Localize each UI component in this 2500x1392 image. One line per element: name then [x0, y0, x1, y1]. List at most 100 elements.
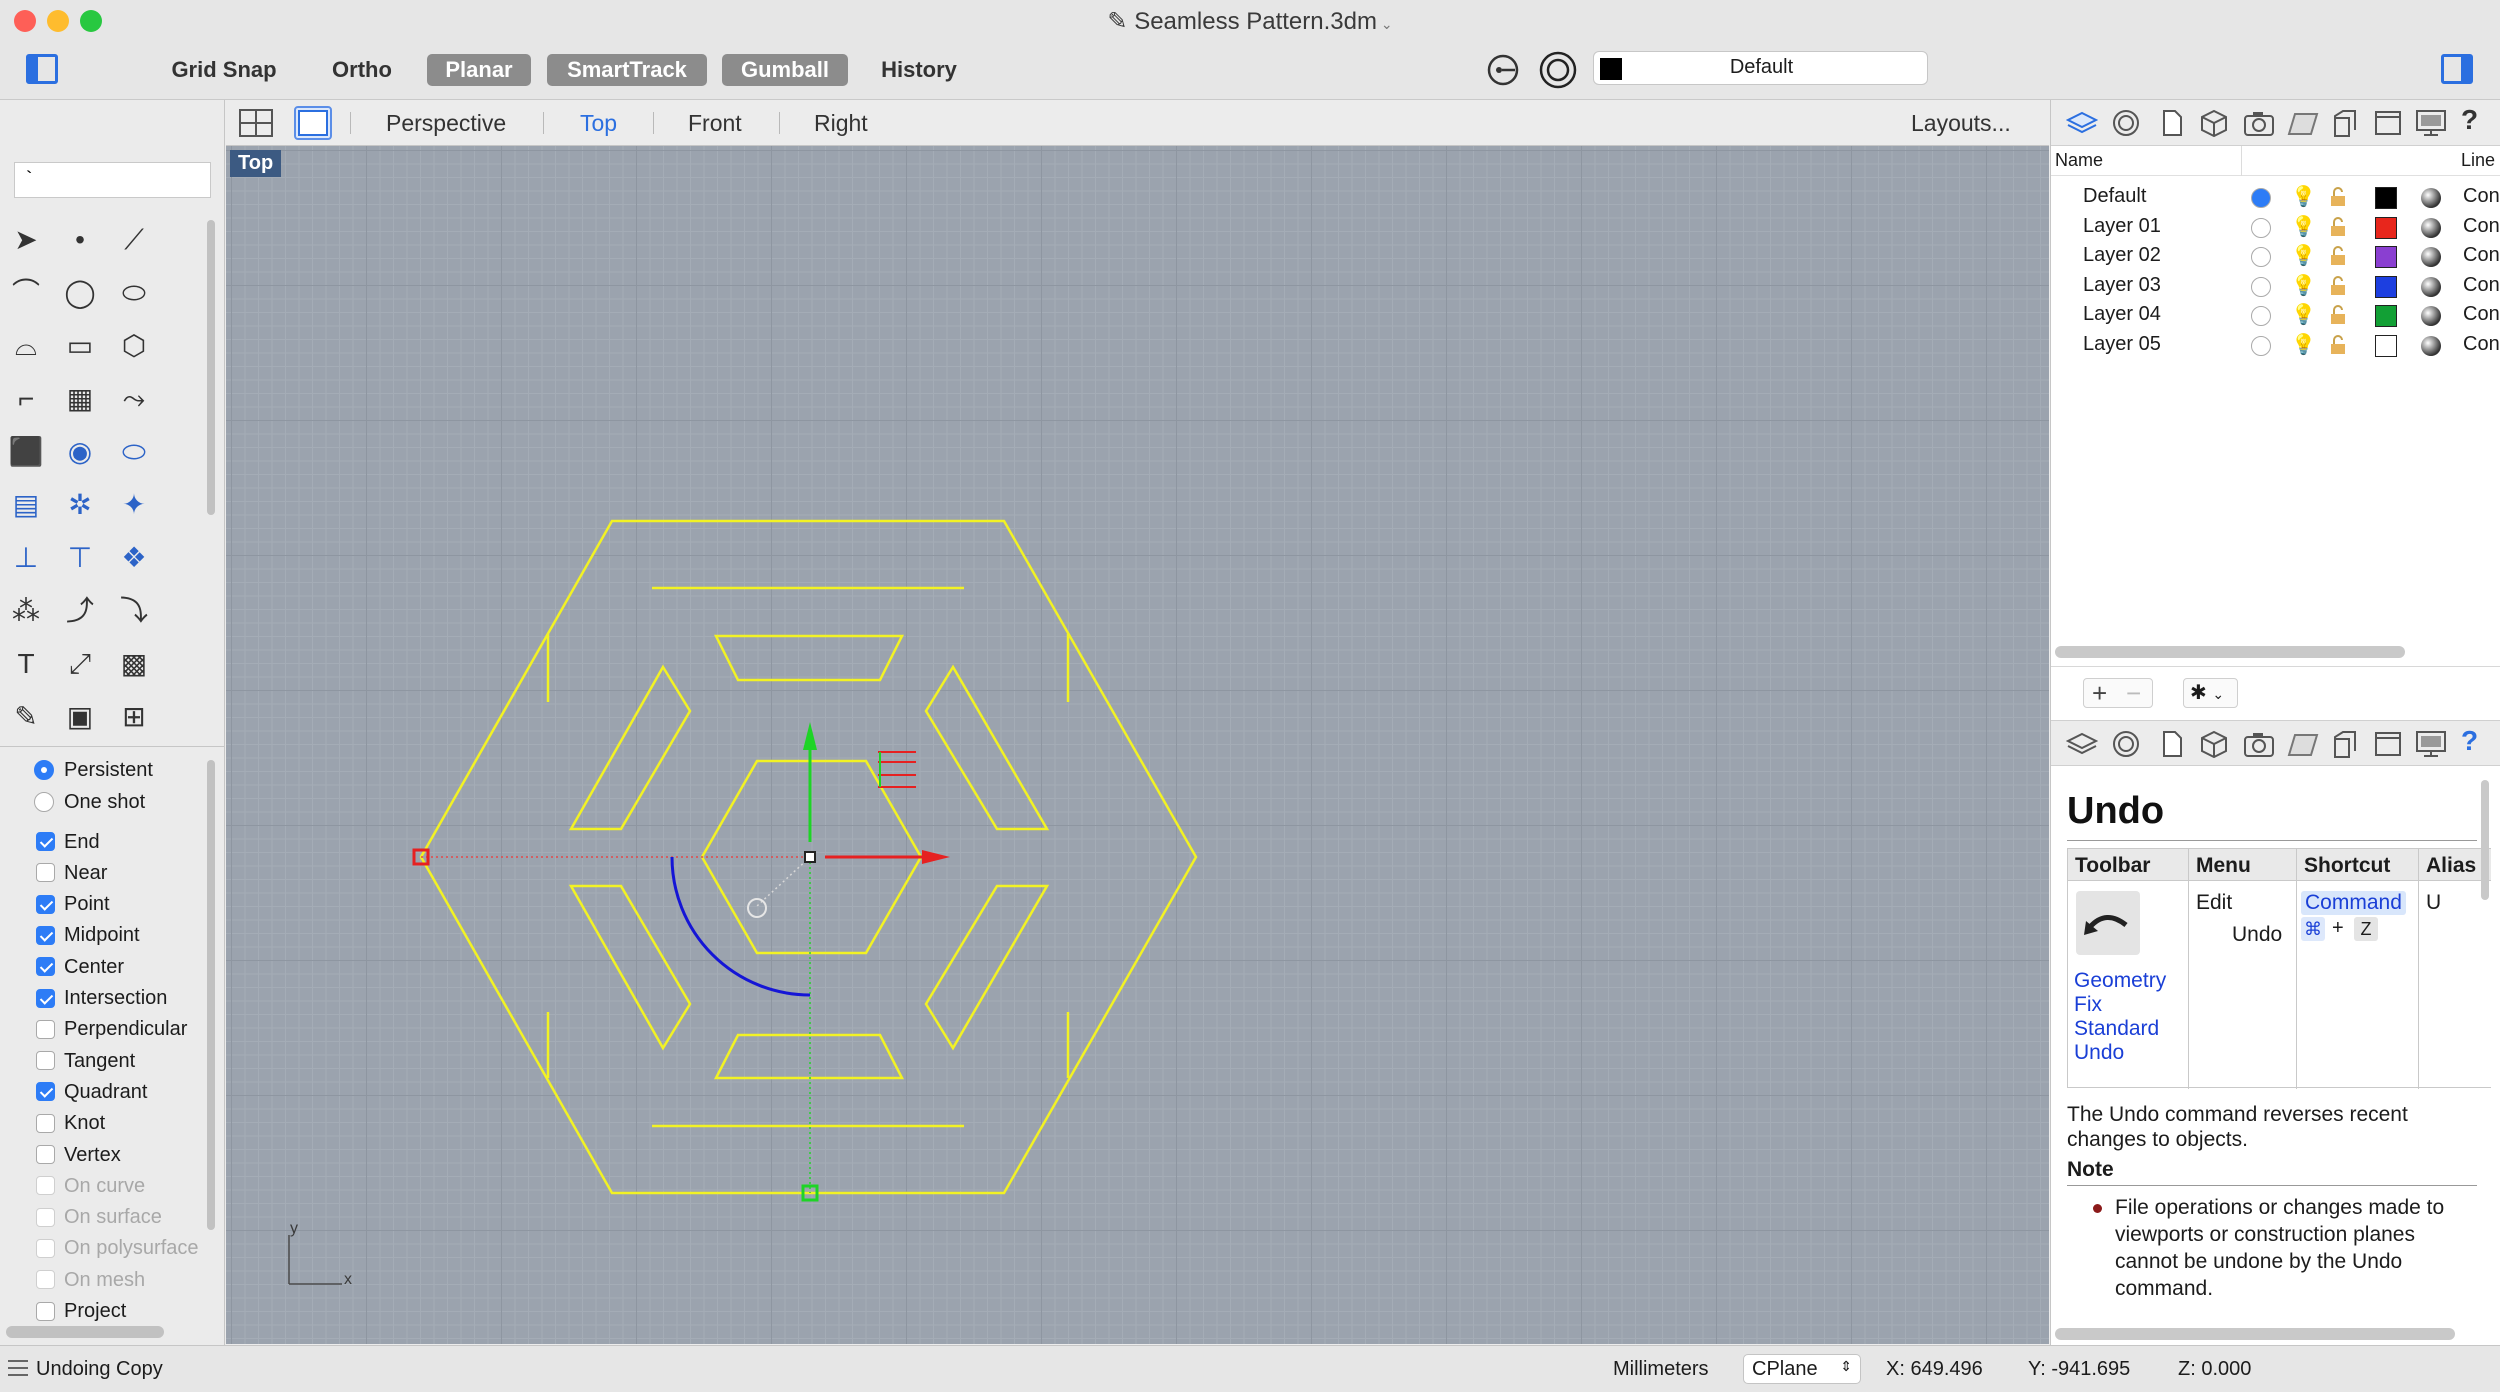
left-horizontal-scrollbar[interactable]: [6, 1326, 164, 1338]
point-cloud-icon[interactable]: ⁂: [6, 591, 46, 631]
command-input[interactable]: [14, 162, 211, 198]
current-layer-radio[interactable]: [2251, 247, 2271, 267]
help-horizontal-scrollbar[interactable]: [2055, 1328, 2455, 1340]
tab-right[interactable]: Right: [814, 110, 868, 137]
lock-icon[interactable]: [2329, 334, 2347, 354]
material-sphere-icon[interactable]: [2421, 188, 2441, 208]
mesh-icon[interactable]: ▤: [6, 485, 46, 525]
layers-horizontal-scrollbar[interactable]: [2055, 646, 2405, 658]
one-shot-radio[interactable]: [34, 792, 54, 812]
object-properties-icon[interactable]: [2199, 108, 2229, 138]
layouts-button[interactable]: Layouts...: [1911, 110, 2011, 137]
remove-layer-button[interactable]: −: [2126, 679, 2141, 707]
top-trapezoid-curve[interactable]: [713, 634, 905, 682]
layer-color-swatch[interactable]: [2375, 334, 2397, 357]
command-history-icon[interactable]: [8, 1360, 28, 1376]
fillet-icon[interactable]: ⌐: [6, 379, 46, 419]
osnap-checkbox-center[interactable]: [36, 957, 55, 977]
sweep-icon[interactable]: ⤳: [114, 379, 154, 419]
document-icon[interactable]: [2156, 108, 2186, 138]
layer-linetype[interactable]: Con: [2463, 215, 2500, 238]
tab-front[interactable]: Front: [688, 110, 742, 137]
material-sphere-icon[interactable]: [2421, 276, 2441, 297]
object-properties-icon[interactable]: [2199, 729, 2229, 759]
lightbulb-icon[interactable]: 💡: [2291, 332, 2316, 357]
gumball-toggle[interactable]: Gumball: [722, 54, 848, 86]
layer-row[interactable]: Layer 05 💡 Con: [2051, 330, 2500, 360]
named-views-icon[interactable]: [2373, 108, 2403, 138]
current-layer-radio[interactable]: [2251, 276, 2271, 297]
lock-icon[interactable]: [2329, 186, 2347, 206]
lower-left-slot-curve[interactable]: [568, 884, 692, 1051]
named-cplanes-icon[interactable]: [2329, 108, 2359, 138]
point-icon[interactable]: •: [60, 220, 100, 260]
material-sphere-icon[interactable]: [2421, 306, 2441, 326]
circle-icon[interactable]: ◯: [60, 273, 100, 313]
camera-icon[interactable]: [2243, 729, 2274, 759]
box-icon[interactable]: ⬛: [6, 432, 46, 472]
named-cplanes-icon[interactable]: [2329, 729, 2359, 759]
osnap-checkbox-near[interactable]: [36, 863, 55, 883]
cylinder-icon[interactable]: ⬭: [114, 432, 154, 472]
osnap-checkbox-quadrant[interactable]: [36, 1082, 55, 1102]
ellipse-icon[interactable]: ⬭: [114, 273, 154, 313]
planar-toggle[interactable]: Planar: [427, 54, 531, 86]
toggle-right-sidebar-icon[interactable]: [2441, 54, 2473, 84]
text-icon[interactable]: T: [6, 644, 46, 684]
layer-linetype[interactable]: Con: [2463, 333, 2500, 356]
polyline-icon[interactable]: ⟋: [114, 220, 154, 260]
current-layer-select[interactable]: Default: [1593, 51, 1928, 85]
layer-row[interactable]: Layer 02 💡 Con: [2051, 241, 2500, 271]
osnap-checkbox-tangent[interactable]: [36, 1051, 55, 1071]
explode-icon[interactable]: ✦: [114, 485, 154, 525]
monitor-icon[interactable]: [2415, 108, 2446, 138]
name-column-header[interactable]: Name: [2055, 150, 2103, 171]
upper-right-slot-curve[interactable]: [924, 664, 1050, 831]
layer-name[interactable]: Layer 02: [2083, 244, 2161, 267]
layer-color-swatch[interactable]: [2375, 246, 2397, 268]
materials-icon[interactable]: [2287, 108, 2319, 138]
osnap-checkbox-point[interactable]: [36, 894, 55, 914]
object-snap-icon[interactable]: [1485, 52, 1521, 88]
layer-name[interactable]: Layer 04: [2083, 303, 2161, 326]
tab-top[interactable]: Top: [580, 110, 617, 137]
single-viewport-icon[interactable]: [294, 106, 332, 140]
lightbulb-icon[interactable]: 💡: [2291, 214, 2316, 239]
scale-icon[interactable]: ⤢: [60, 644, 100, 684]
gumball-center-handle[interactable]: [804, 851, 816, 863]
osnap-scrollbar[interactable]: [207, 760, 215, 1230]
curve-icon[interactable]: ⌒: [6, 273, 46, 313]
material-sphere-icon[interactable]: [2421, 335, 2441, 356]
layer-name[interactable]: Layer 01: [2083, 215, 2161, 238]
osnap-target-icon[interactable]: [1538, 50, 1578, 90]
gumball-y-arrow-icon[interactable]: [803, 722, 817, 750]
layer-options-button[interactable]: ✱ ⌄: [2183, 678, 2238, 708]
osnap-checkbox-perpendicular[interactable]: [36, 1019, 55, 1039]
layers-icon[interactable]: [2065, 108, 2099, 138]
standard-undo-link[interactable]: Standard: [2074, 1017, 2159, 1041]
osnap-checkbox-end[interactable]: [36, 832, 55, 851]
arc-icon[interactable]: ⌓: [6, 326, 46, 366]
bottom-trapezoid-curve[interactable]: [713, 1033, 905, 1080]
display-icon[interactable]: [2111, 729, 2141, 759]
rotate-handle[interactable]: [747, 898, 767, 918]
select-pointer-icon[interactable]: ➤: [6, 220, 46, 260]
display-icon[interactable]: [2111, 108, 2141, 138]
layer-color-swatch[interactable]: [2375, 187, 2397, 209]
toggle-left-sidebar-icon[interactable]: [26, 54, 58, 84]
current-layer-radio[interactable]: [2251, 188, 2271, 208]
hatch-icon[interactable]: ⊞: [114, 697, 154, 737]
osnap-checkbox-knot[interactable]: [36, 1113, 55, 1133]
surface-icon[interactable]: ▦: [60, 379, 100, 419]
smarttrack-toggle[interactable]: SmartTrack: [547, 54, 707, 86]
four-viewports-icon[interactable]: [238, 108, 274, 138]
geometry-fix-link[interactable]: Geometry: [2074, 969, 2166, 993]
gumball-x-arrow-icon[interactable]: [922, 850, 950, 864]
monitor-icon[interactable]: [2415, 729, 2446, 759]
osnap-checkbox-on-mesh[interactable]: [36, 1270, 55, 1290]
materials-icon[interactable]: [2287, 729, 2319, 759]
rectangle-icon[interactable]: ▭: [60, 326, 100, 366]
osnap-checkbox-on-curve[interactable]: [36, 1176, 55, 1196]
layer-name[interactable]: Layer 05: [2083, 333, 2161, 356]
split-icon[interactable]: ⊤: [60, 538, 100, 578]
